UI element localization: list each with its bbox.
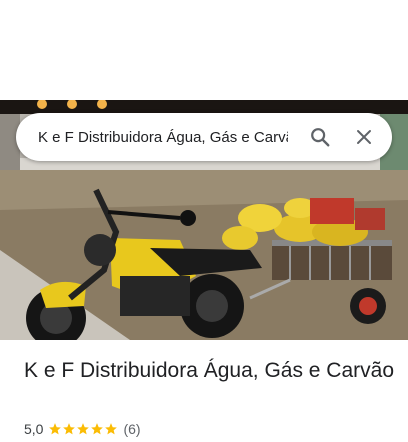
star-icon (49, 423, 62, 435)
review-count[interactable]: (6) (123, 421, 140, 437)
place-page: K e F Distribuidora Água, Gás e Carvão K… (0, 0, 408, 442)
star-icon (63, 423, 76, 435)
star-icon (105, 423, 118, 435)
rating-row[interactable]: 5,0 (6) (24, 421, 141, 437)
search-bar[interactable]: K e F Distribuidora Água, Gás e Carvão (16, 113, 392, 161)
star-icon (77, 423, 90, 435)
close-icon[interactable] (344, 117, 384, 157)
star-rating (48, 422, 118, 436)
place-title: K e F Distribuidora Água, Gás e Carvão (24, 359, 395, 382)
search-icon[interactable] (300, 117, 340, 157)
rating-value: 5,0 (24, 421, 44, 437)
search-input[interactable]: K e F Distribuidora Água, Gás e Carvão (38, 129, 288, 146)
star-icon (91, 423, 104, 435)
